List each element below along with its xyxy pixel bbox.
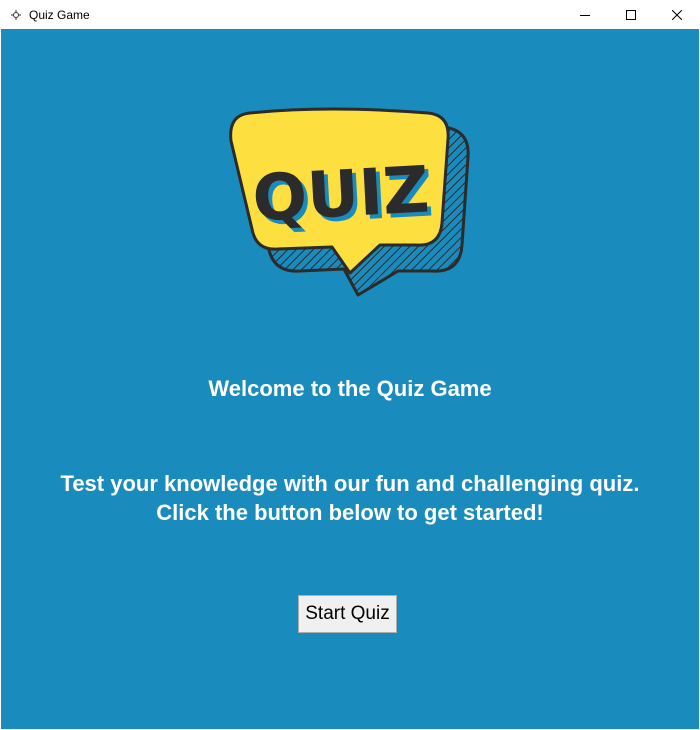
minimize-button[interactable]: [562, 0, 608, 29]
window-controls: [562, 0, 700, 29]
title-bar: Quiz Game: [0, 0, 700, 29]
main-content: QUIZ QUIZ Welcome to the Quiz Game Test …: [1, 29, 699, 729]
window-title: Quiz Game: [29, 7, 90, 22]
minimize-icon: [580, 14, 590, 16]
start-quiz-button[interactable]: Start Quiz: [298, 595, 397, 633]
close-icon: [672, 9, 682, 20]
description-line-1: Test your knowledge with our fun and cha…: [60, 471, 640, 496]
maximize-button[interactable]: [608, 0, 654, 29]
quiz-logo: QUIZ QUIZ: [229, 107, 470, 297]
welcome-heading: Welcome to the Quiz Game: [208, 376, 492, 401]
feather-icon[interactable]: [8, 7, 24, 23]
close-button[interactable]: [654, 0, 700, 29]
maximize-icon: [626, 9, 636, 20]
description-line-2: Click the button below to get started!: [156, 500, 544, 525]
logo-text: QUIZ: [251, 153, 431, 236]
description: Test your knowledge with our fun and cha…: [1, 469, 699, 527]
